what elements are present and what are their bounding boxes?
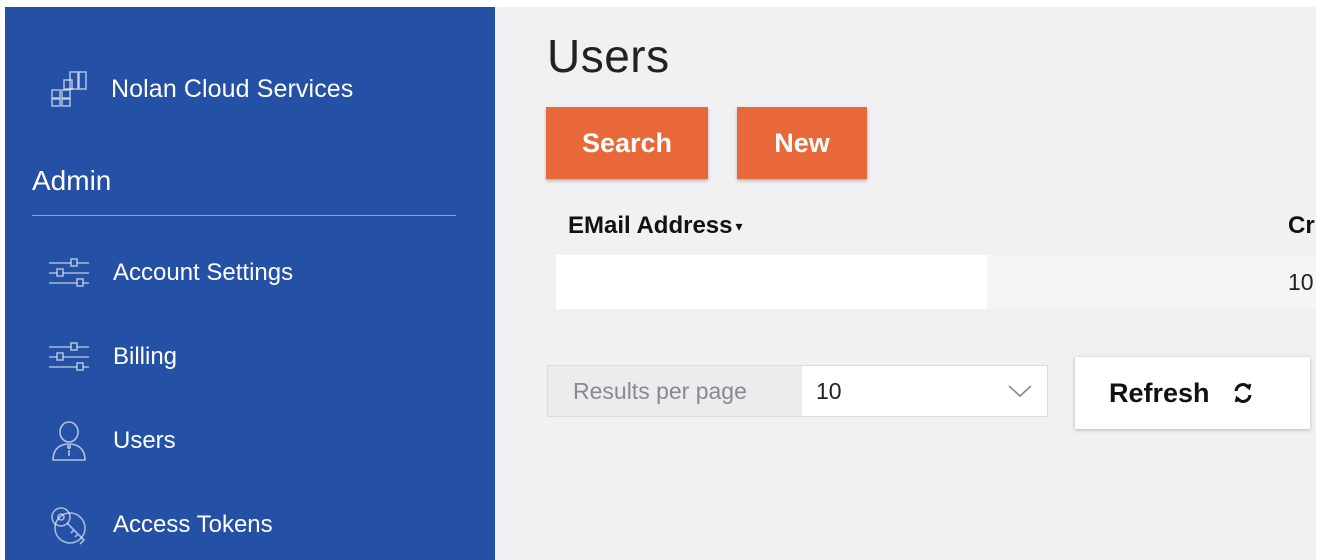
new-button[interactable]: New [737, 107, 867, 179]
sliders-icon [45, 335, 93, 379]
results-per-page-value: 10 [816, 377, 842, 404]
results-per-page-select[interactable]: Results per page 10 [547, 365, 1048, 417]
sidebar: Nolan Cloud Services Admin Account Setti… [5, 7, 495, 560]
user-icon [45, 419, 93, 463]
sort-desc-icon: ▾ [735, 218, 743, 235]
refresh-icon [1232, 382, 1254, 404]
main-content: Users Search New EMail Address ▾ Cr 10 Re… [495, 7, 1316, 560]
page-title: Users [547, 30, 670, 82]
app-frame: Nolan Cloud Services Admin Account Setti… [5, 7, 1316, 560]
column-header-email[interactable]: EMail Address ▾ [568, 212, 743, 240]
refresh-button[interactable]: Refresh [1075, 357, 1310, 429]
row-cell [987, 255, 1316, 309]
created-cell: 10 [1288, 269, 1314, 295]
section-title-admin: Admin [32, 165, 112, 196]
brand-link[interactable]: Nolan Cloud Services [49, 69, 353, 109]
chevron-down-icon [993, 366, 1047, 416]
sidebar-item-label: Billing [113, 343, 178, 370]
buildings-icon [49, 69, 89, 109]
sidebar-item-users[interactable]: Users [45, 419, 176, 463]
table-row[interactable]: 10 [547, 255, 1316, 309]
sidebar-item-access-tokens[interactable]: Access Tokens [45, 503, 273, 547]
refresh-label: Refresh [1109, 377, 1210, 408]
key-icon [45, 503, 93, 547]
sidebar-divider [32, 215, 456, 216]
results-per-page-label: Results per page [548, 366, 802, 416]
sidebar-item-label: Users [113, 427, 176, 454]
column-header-label: EMail Address [568, 212, 733, 239]
sidebar-item-account-settings[interactable]: Account Settings [45, 251, 293, 295]
sidebar-item-billing[interactable]: Billing [45, 335, 177, 379]
sidebar-item-label: Access Tokens [113, 511, 273, 538]
sliders-icon [45, 251, 93, 295]
column-header-created[interactable]: Cr [1288, 212, 1315, 240]
search-button[interactable]: Search [546, 107, 708, 179]
sidebar-item-label: Account Settings [113, 259, 294, 286]
brand-name: Nolan Cloud Services [111, 74, 354, 103]
email-cell [556, 255, 987, 309]
